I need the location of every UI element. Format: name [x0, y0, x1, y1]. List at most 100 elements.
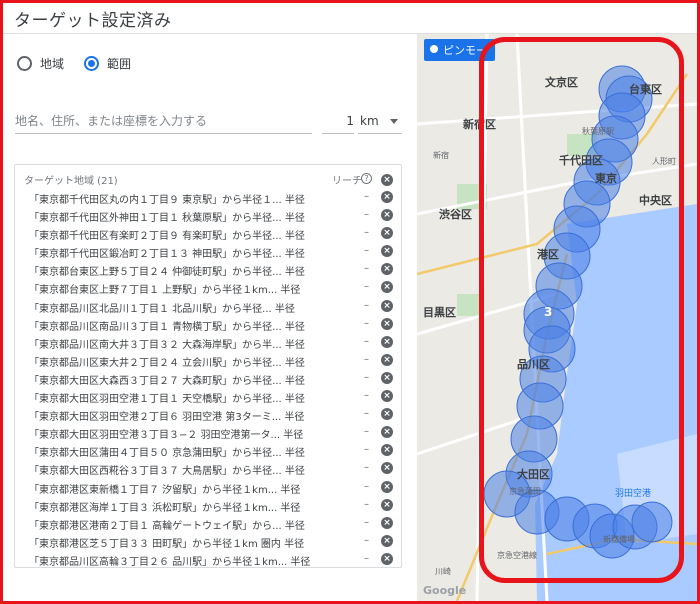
target-location-text: 「東京都品川区南大井３丁目３２ 大森海岸駅」から半... 半径 — [29, 339, 305, 351]
remove-location-icon[interactable]: × — [381, 552, 393, 565]
reach-value: – — [364, 408, 369, 420]
remove-location-icon[interactable]: × — [381, 281, 393, 294]
remove-location-icon[interactable]: × — [381, 462, 393, 475]
target-location-text: 「東京都港区東新橋１丁目７ 汐留駅」から半径１km... 半径 — [29, 484, 301, 496]
map-label: 大田区 — [517, 468, 550, 481]
target-location-text: 「東京都千代田区鍛冶町２丁目１３ 神田駅」から半径... 半径 — [29, 249, 305, 261]
map-label: 千代田区 — [559, 154, 603, 167]
reach-column-header: リーチ — [332, 176, 362, 187]
target-location-row: 「東京都大田区羽田空港１丁目１ 天空橋駅」から半径... 半径 – × — [15, 387, 401, 405]
remove-location-icon[interactable]: × — [381, 299, 393, 312]
remove-location-icon[interactable]: × — [381, 335, 393, 348]
pin-mode-button[interactable]: ピンモー — [424, 39, 495, 61]
target-location-text: 「東京都台東区上野５丁目２４ 仲御徒町駅」から半径... 半径 — [29, 267, 305, 279]
remove-location-icon[interactable]: × — [381, 498, 393, 511]
remove-location-icon[interactable]: × — [381, 191, 393, 203]
target-location-text: 「東京都大田区大森西３丁目２７ 大森町駅」から半径... 半径 — [29, 375, 305, 387]
target-location-row: 「東京都大田区蒲田４丁目５０ 京急蒲田駅」から半径... 半径 – × — [15, 441, 401, 459]
target-location-row: 「東京都千代田区鍛冶町２丁目１３ 神田駅」から半径... 半径 – × — [15, 242, 401, 260]
map-label: 東京 — [595, 172, 617, 185]
remove-location-icon[interactable]: × — [381, 209, 393, 222]
reach-value: – — [364, 498, 369, 510]
remove-location-icon[interactable]: × — [381, 534, 393, 547]
cluster-count[interactable]: 3 — [544, 305, 552, 319]
target-location-text: 「東京都大田区羽田空港２丁目６ 羽田空港 第3ターミ... 半径 — [29, 412, 305, 424]
chevron-down-icon — [390, 119, 398, 124]
target-location-text: 「東京都大田区西糀谷３丁目３７ 大鳥居駅」から半径... 半径 — [29, 466, 305, 478]
map-label: 京急蒲田 — [509, 487, 541, 496]
remove-all-icon[interactable]: × — [381, 174, 393, 186]
target-location-row: 「東京都台東区上野７丁目１ 上野駅」から半径１km... 半径 – × — [15, 278, 401, 296]
target-list: 「東京都千代田区丸の内１丁目９ 東京駅」から半径１... 半径 – × 「東京都千代田… — [15, 188, 401, 568]
google-attribution: Google — [423, 584, 467, 597]
map-label: 台東区 — [629, 83, 662, 96]
map-canvas — [417, 34, 697, 601]
target-location-row: 「東京都大田区羽田空港２丁目６ 羽田空港 第3ターミ... 半径 – × — [15, 405, 401, 423]
target-location-text: 「東京都台東区上野７丁目１ 上野駅」から半径１km... 半径 — [29, 285, 301, 297]
reach-value: – — [364, 371, 369, 383]
reach-value: – — [364, 263, 369, 275]
map-label: 港区 — [537, 248, 559, 261]
target-location-row: 「東京都大田区羽田空港３丁目３−２ 羽田空港第一タ... 半径 – × — [15, 423, 401, 441]
remove-location-icon[interactable]: × — [381, 245, 393, 258]
target-location-row: 「東京都品川区高輪３丁目２６ 品川駅」から半径１km... 半径 – × — [15, 550, 401, 568]
target-location-text: 「東京都品川区東大井２丁目２４ 立会川駅」から半径... 半径 — [29, 357, 305, 369]
page-title: ターゲット設定済み — [14, 11, 172, 31]
remove-location-icon[interactable]: × — [381, 408, 393, 421]
target-location-text: 「東京都港区港南２丁目１ 高輪ゲートウェイ駅」から... 半径 — [29, 520, 305, 532]
radio-radius-label[interactable]: 範囲 — [107, 55, 131, 72]
map-label: 人形町 — [652, 157, 676, 166]
target-location-text: 「東京都大田区蒲田４丁目５０ 京急蒲田駅」から半径... 半径 — [29, 448, 305, 460]
target-location-row: 「東京都千代田区外神田１丁目１ 秋葉原駅」から半径... 半径 – × — [15, 206, 401, 224]
target-location-row: 「東京都品川区南品川３丁目１ 青物横丁駅」から半径... 半径 – × — [15, 315, 401, 333]
remove-location-icon[interactable]: × — [381, 317, 393, 330]
reach-value: – — [364, 245, 369, 257]
location-search-input[interactable] — [15, 108, 312, 134]
reach-value: – — [364, 353, 369, 365]
reach-value: – — [364, 480, 369, 492]
remove-location-icon[interactable]: × — [381, 227, 393, 240]
map-label: 品川区 — [517, 358, 550, 371]
target-location-row: 「東京都品川区南大井３丁目３２ 大森海岸駅」から半... 半径 – × — [15, 333, 401, 351]
map-label: 新宿 — [433, 151, 449, 160]
reach-value: – — [364, 390, 369, 402]
target-location-row: 「東京都港区東新橋１丁目７ 汐留駅」から半径１km... 半径 – × — [15, 478, 401, 496]
target-location-row: 「東京都港区港南２丁目１ 高輪ゲートウェイ駅」から... 半径 – × — [15, 514, 401, 532]
remove-location-icon[interactable]: × — [381, 390, 393, 403]
reach-value: – — [364, 552, 369, 564]
radius-value-input[interactable]: 1 — [322, 108, 354, 134]
map-view[interactable]: ピンモー 文京区 台東区 新宿区 千代田区 東京 中央区 渋谷区 港区 目黒区 … — [417, 34, 697, 601]
target-locations-panel: ターゲット地域 (21) リーチ ? × 「東京都千代田区丸の内１丁目９ 東京駅… — [14, 164, 402, 568]
target-location-text: 「東京都港区芝５丁目３３ 田町駅」から半径１km 圏内 半径 — [29, 538, 305, 550]
remove-location-icon[interactable]: × — [381, 353, 393, 366]
target-location-row: 「東京都大田区西糀谷３丁目３７ 大鳥居駅」から半径... 半径 – × — [15, 459, 401, 477]
reach-value: – — [364, 335, 369, 347]
target-location-row: 「東京都港区芝５丁目３３ 田町駅」から半径１km 圏内 半径 – × — [15, 532, 401, 550]
target-location-text: 「東京都千代田区丸の内１丁目９ 東京駅」から半径１... 半径 — [29, 195, 305, 206]
radio-radius[interactable] — [84, 56, 100, 71]
help-icon[interactable]: ? — [361, 173, 372, 184]
remove-location-icon[interactable]: × — [381, 426, 393, 439]
radio-region[interactable] — [17, 56, 32, 71]
map-label: 文京区 — [545, 76, 578, 89]
reach-value: – — [364, 534, 369, 546]
target-location-text: 「東京都千代田区外神田１丁目１ 秋葉原駅」から半径... 半径 — [29, 213, 305, 225]
remove-location-icon[interactable]: × — [381, 480, 393, 493]
target-location-row: 「東京都港区海岸１丁目３ 浜松町駅」から半径１km... 半径 – × — [15, 496, 401, 514]
remove-location-icon[interactable]: × — [381, 516, 393, 529]
pin-mode-label: ピンモー — [443, 44, 487, 57]
map-label: 羽田空港 — [615, 489, 652, 499]
map-label: 目黒区 — [423, 306, 456, 319]
reach-value: – — [364, 444, 369, 456]
reach-value: – — [364, 317, 369, 329]
map-label: 新宿区 — [463, 118, 496, 131]
radio-region-label[interactable]: 地域 — [40, 55, 64, 72]
park-area — [457, 294, 479, 316]
target-location-row: 「東京都台東区上野５丁目２４ 仲御徒町駅」から半径... 半径 – × — [15, 260, 401, 278]
remove-location-icon[interactable]: × — [381, 444, 393, 457]
target-location-text: 「東京都品川区南品川３丁目１ 青物横丁駅」から半径... 半径 — [29, 321, 305, 333]
remove-location-icon[interactable]: × — [381, 263, 393, 276]
map-label: 新整備場 — [603, 535, 635, 544]
radius-unit-select[interactable]: km — [358, 108, 402, 134]
remove-location-icon[interactable]: × — [381, 371, 393, 384]
